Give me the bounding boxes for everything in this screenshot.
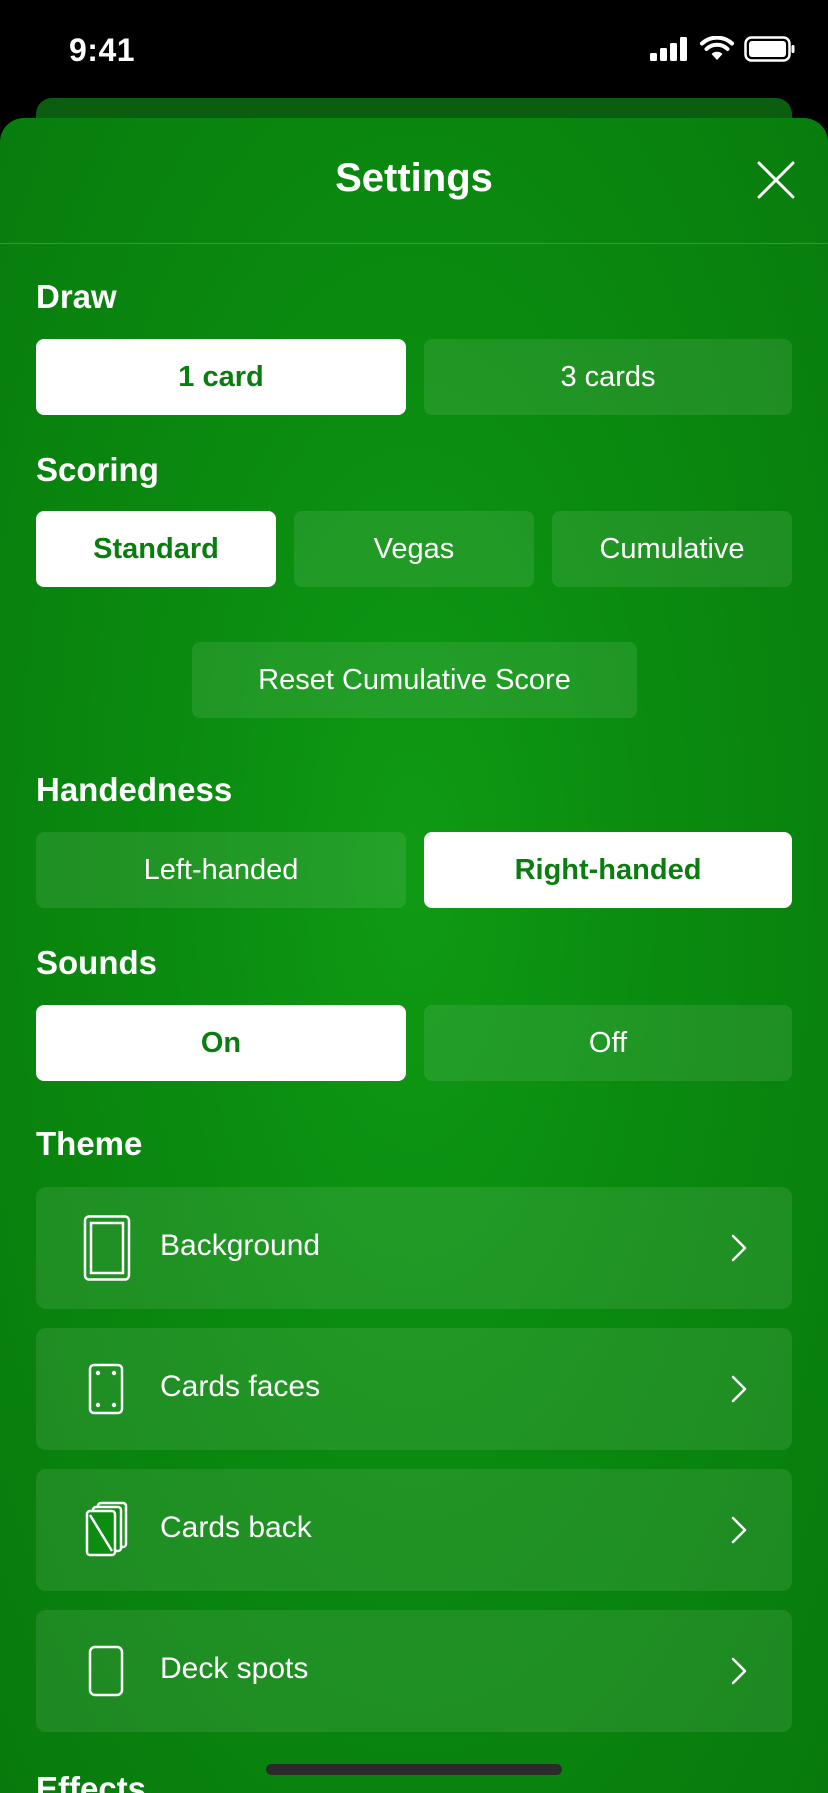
close-icon[interactable] xyxy=(756,160,796,200)
sounds-section-title: Sounds xyxy=(36,944,157,981)
chevron-right-icon xyxy=(731,1234,747,1262)
theme-section-title: Theme xyxy=(36,1125,143,1162)
theme-cards-back-row[interactable]: Cards back xyxy=(36,1469,792,1591)
page-title: Settings xyxy=(335,156,493,200)
scoring-section-title: Scoring xyxy=(36,451,159,488)
scoring-cumulative-button[interactable]: Cumulative xyxy=(552,511,792,587)
wifi-icon xyxy=(700,36,734,60)
sounds-off-button[interactable]: Off xyxy=(424,1005,792,1081)
theme-cards-faces-label: Cards faces xyxy=(160,1370,321,1403)
card-face-icon xyxy=(88,1363,124,1415)
status-bar: 9:41 xyxy=(0,0,828,100)
chevron-right-icon xyxy=(731,1657,747,1685)
left-handed-button[interactable]: Left-handed xyxy=(36,832,406,908)
theme-background-label: Background xyxy=(160,1229,321,1262)
status-icons xyxy=(650,36,796,62)
deck-spot-icon xyxy=(88,1645,124,1697)
theme-cards-faces-row[interactable]: Cards faces xyxy=(36,1328,792,1450)
theme-deck-spots-row[interactable]: Deck spots xyxy=(36,1610,792,1732)
home-indicator xyxy=(266,1764,562,1775)
draw-1-card-button[interactable]: 1 card xyxy=(36,339,406,415)
chevron-right-icon xyxy=(731,1516,747,1544)
sheet-header: Settings xyxy=(0,118,828,244)
sounds-on-button[interactable]: On xyxy=(36,1005,406,1081)
status-time: 9:41 xyxy=(69,32,136,68)
scoring-standard-button[interactable]: Standard xyxy=(36,511,276,587)
handedness-section-title: Handedness xyxy=(36,771,233,808)
draw-3-cards-button[interactable]: 3 cards xyxy=(424,339,792,415)
theme-cards-back-label: Cards back xyxy=(160,1511,312,1544)
background-icon xyxy=(83,1215,131,1281)
settings-sheet: Settings Draw 1 card 3 cards Scoring Sta… xyxy=(0,118,828,1793)
signal-icon xyxy=(650,37,687,61)
right-handed-button[interactable]: Right-handed xyxy=(424,832,792,908)
theme-deck-spots-label: Deck spots xyxy=(160,1652,309,1685)
chevron-right-icon xyxy=(731,1375,747,1403)
effects-section-title: Effects xyxy=(36,1770,147,1793)
battery-icon xyxy=(744,36,795,62)
card-back-icon xyxy=(85,1501,128,1557)
draw-section-title: Draw xyxy=(36,278,117,315)
reset-cumulative-score-button[interactable]: Reset Cumulative Score xyxy=(192,642,637,718)
scoring-vegas-button[interactable]: Vegas xyxy=(294,511,534,587)
theme-background-row[interactable]: Background xyxy=(36,1187,792,1309)
